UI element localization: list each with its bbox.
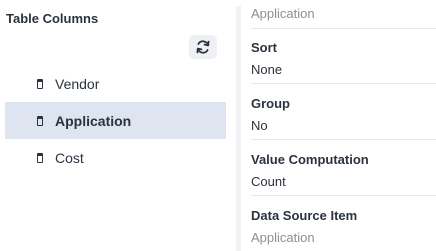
column-label: Application: [55, 112, 132, 129]
separator: [251, 83, 436, 84]
column-icon: [37, 78, 43, 89]
data-source-item-property[interactable]: Data Source Item Application: [251, 208, 436, 245]
sort-value: None: [251, 62, 283, 77]
data-source-item-value: Application: [251, 230, 315, 245]
group-label: Group: [251, 96, 290, 111]
column-item-cost[interactable]: Cost: [5, 139, 226, 176]
column-list: Vendor Application Cost: [5, 65, 226, 176]
panel-title: Table Columns: [6, 11, 99, 26]
column-properties-panel: Application Sort None Group No Value Com…: [241, 0, 436, 251]
separator: [251, 195, 436, 196]
group-value: No: [251, 118, 268, 133]
separator: [251, 28, 436, 29]
value-computation-property[interactable]: Value Computation Count: [251, 152, 436, 189]
sort-property[interactable]: Sort None: [251, 40, 436, 77]
separator: [251, 139, 436, 140]
sort-label: Sort: [251, 40, 277, 55]
column-icon: [37, 152, 43, 163]
column-icon: [37, 115, 43, 126]
group-property[interactable]: Group No: [251, 96, 436, 133]
header-value: Application: [251, 6, 315, 21]
refresh-icon: [196, 40, 210, 54]
header-value-row: Application: [251, 6, 436, 21]
table-columns-panel: Table Columns Vendor Application Cost: [0, 0, 232, 251]
value-computation-value: Count: [251, 174, 286, 189]
value-computation-label: Value Computation: [251, 152, 369, 167]
data-source-item-label: Data Source Item: [251, 208, 358, 223]
column-item-vendor[interactable]: Vendor: [5, 65, 226, 102]
column-label: Vendor: [55, 75, 100, 92]
refresh-button[interactable]: [189, 35, 217, 59]
column-label: Cost: [55, 149, 84, 166]
column-item-application[interactable]: Application: [5, 102, 226, 139]
